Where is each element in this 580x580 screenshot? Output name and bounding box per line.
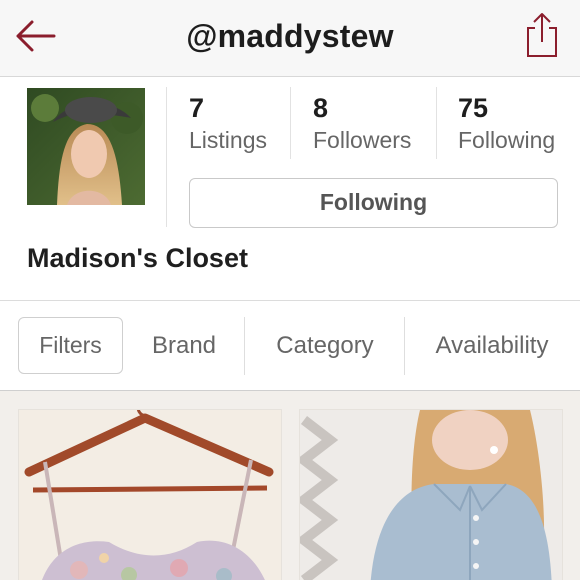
stat-following[interactable]: 75 Following xyxy=(458,93,555,155)
followers-count: 8 xyxy=(313,93,329,123)
profile-divider xyxy=(166,87,167,227)
listings-label: Listings xyxy=(189,127,267,153)
filter-divider xyxy=(244,317,245,375)
filters-button[interactable]: Filters xyxy=(18,317,123,374)
filter-divider xyxy=(404,317,405,375)
filter-bar: Filters Brand Category Availability xyxy=(0,301,580,391)
listing-tile[interactable] xyxy=(18,409,282,580)
listing-image xyxy=(19,410,281,580)
closet-name: Madison's Closet xyxy=(27,243,248,273)
following-count: 75 xyxy=(458,93,489,123)
stat-divider xyxy=(290,87,291,159)
followers-label: Followers xyxy=(313,127,412,153)
share-button[interactable] xyxy=(522,10,562,60)
share-icon xyxy=(527,13,557,57)
listing-image xyxy=(300,410,562,580)
listings-count: 7 xyxy=(189,93,205,123)
stat-followers[interactable]: 8 Followers xyxy=(313,93,411,155)
stat-listings[interactable]: 7 Listings xyxy=(189,93,267,155)
listing-tile[interactable] xyxy=(299,409,563,580)
profile-section: 7 Listings 8 Followers 75 Following Foll… xyxy=(0,77,580,301)
filter-tab-brand[interactable]: Brand xyxy=(134,317,234,374)
avatar[interactable] xyxy=(27,88,145,205)
stat-divider xyxy=(436,87,437,159)
listings-grid xyxy=(0,391,580,580)
following-label: Following xyxy=(458,127,556,153)
page-title: @maddystew xyxy=(186,18,394,54)
following-button[interactable]: Following xyxy=(189,178,558,228)
filter-tab-availability[interactable]: Availability xyxy=(414,317,570,374)
filter-tab-category[interactable]: Category xyxy=(255,317,395,374)
top-nav-bar: @maddystew xyxy=(0,0,580,77)
